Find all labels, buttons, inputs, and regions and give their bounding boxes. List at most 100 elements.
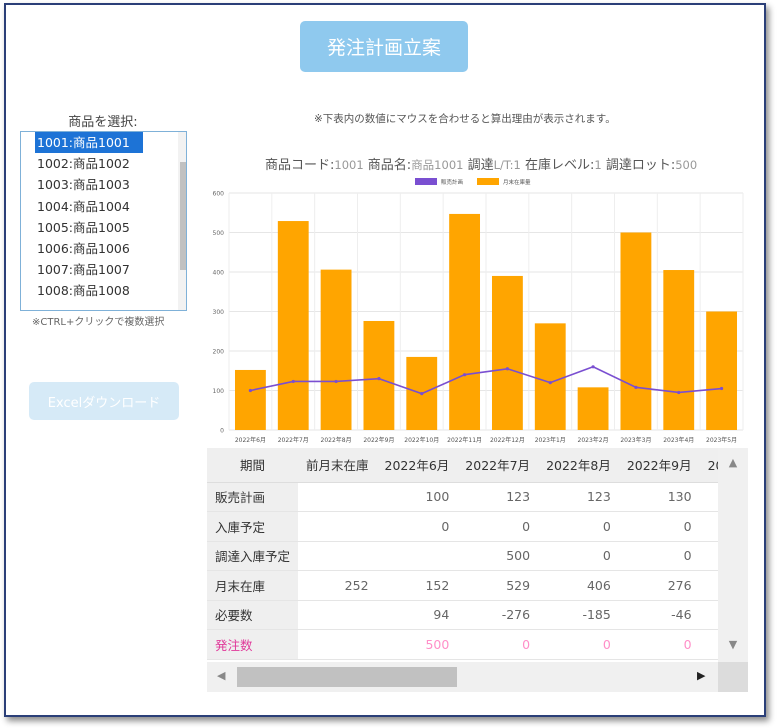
table-cell[interactable]: 0 — [538, 511, 619, 542]
table-row: 調達入庫予定 500 0 0 — [207, 541, 748, 571]
scroll-up-icon[interactable]: ▲ — [178, 138, 186, 158]
table-row: 入庫予定 0 0 0 0 — [207, 511, 748, 542]
x-tick-label: 2022年8月 — [321, 436, 352, 444]
line-point — [291, 379, 295, 384]
name-value: 商品1001 — [411, 158, 464, 172]
table-cell[interactable]: 123 — [457, 482, 539, 512]
lt-label: 調達 — [463, 158, 494, 173]
row-label: 調達入庫予定 — [207, 541, 299, 571]
product-option[interactable]: 1001:商品1001 — [35, 132, 143, 154]
table-cell[interactable]: 0 — [538, 629, 619, 660]
table-cell[interactable]: 0 — [618, 629, 700, 660]
x-tick-label: 2022年9月 — [363, 436, 394, 444]
table-cell[interactable]: 0 — [618, 541, 700, 571]
table-cell[interactable]: 529 — [457, 570, 539, 601]
table-cell[interactable]: -46 — [618, 600, 700, 630]
x-tick-label: 2023年2月 — [578, 436, 609, 444]
product-option[interactable]: 1003:商品1003 — [21, 174, 161, 195]
product-select-label: 商品を選択: — [68, 115, 138, 130]
table-cell[interactable]: 0 — [618, 511, 700, 542]
y-tick-label: 300 — [213, 309, 225, 316]
listbox-scrollbar[interactable]: ▲ ▼ — [178, 132, 186, 310]
scroll-down-icon[interactable]: ▼ — [718, 638, 748, 651]
product-option[interactable]: 1008:商品1008 — [21, 280, 161, 301]
product-option[interactable]: 1006:商品1006 — [21, 238, 161, 259]
line-point — [377, 377, 381, 381]
table-cell[interactable]: 0 — [457, 511, 539, 542]
row-label: 入庫予定 — [207, 511, 299, 542]
table-cell[interactable]: -185 — [538, 600, 619, 630]
bar — [234, 369, 266, 430]
table-cell[interactable]: 0 — [457, 629, 539, 660]
line-point — [505, 367, 510, 371]
code-label: 商品コード: — [265, 158, 335, 173]
legend-label: 月末在庫量 — [503, 178, 531, 186]
product-listbox[interactable]: 1001:商品1001 1002:商品1002 1003:商品1003 1004:商品… — [20, 131, 187, 311]
product-option[interactable]: 1007:商品1007 — [21, 259, 161, 280]
product-option[interactable]: 1004:商品1004 — [21, 196, 161, 217]
table-cell[interactable] — [298, 511, 377, 542]
lt-value: L/T:1 — [493, 158, 521, 172]
table-vertical-scrollbar[interactable]: ▲ ▼ — [718, 448, 748, 662]
product-option[interactable]: 1005:商品1005 — [21, 217, 161, 238]
scrollbar-corner — [718, 662, 748, 692]
line-point — [334, 379, 338, 384]
y-tick-label: 200 — [213, 349, 225, 356]
excel-download-button[interactable]: Excelダウンロード — [29, 382, 179, 420]
line-point — [462, 373, 467, 377]
product-list-items: 1001:商品1001 1002:商品1002 1003:商品1003 1004:商品… — [21, 132, 161, 302]
chart-header: 商品コード:1001 商品名:商品1001 調達L/T:1 在庫レベル:1 調達… — [265, 154, 697, 173]
table-cell[interactable]: 100 — [376, 482, 458, 512]
table-cell[interactable]: 130 — [618, 482, 700, 512]
scroll-up-icon[interactable]: ▲ — [718, 456, 748, 469]
table-cell[interactable] — [376, 541, 458, 571]
table-cell[interactable]: 406 — [538, 570, 619, 601]
table-cell[interactable]: 123 — [538, 482, 619, 512]
table-row: 月末在庫 252 152 529 406 276 — [207, 570, 748, 601]
row-label: 月末在庫 — [207, 570, 299, 601]
row-label: 発注数 — [207, 629, 299, 660]
y-tick-label: 500 — [213, 230, 225, 237]
x-tick-label: 2023年5月 — [706, 436, 737, 444]
table-cell[interactable]: 500 — [376, 629, 458, 660]
column-header: 2022年7月 — [457, 448, 539, 483]
table-row: 発注数 500 0 0 0 — [207, 629, 748, 660]
table-cell[interactable]: 252 — [298, 570, 377, 601]
table-cell[interactable]: 0 — [538, 541, 619, 571]
code-value: 1001 — [334, 158, 364, 172]
legend-swatch — [415, 178, 437, 185]
table-cell[interactable] — [298, 541, 377, 571]
product-option[interactable]: 1002:商品1002 — [21, 153, 161, 174]
table-cell[interactable] — [298, 600, 377, 630]
table-header-row: 期間前月末在庫2022年6月2022年7月2022年8月2022年9月2022年 — [207, 448, 748, 483]
table-cell[interactable]: -276 — [457, 600, 539, 630]
table-cell[interactable]: 94 — [376, 600, 458, 630]
multi-select-hint: ※CTRL+クリックで複数選択 — [32, 317, 165, 328]
bar — [363, 320, 395, 430]
y-tick-label: 400 — [213, 270, 225, 277]
table-cell[interactable] — [298, 482, 377, 512]
scroll-thumb[interactable] — [237, 667, 457, 687]
bar — [620, 232, 652, 430]
table-cell[interactable]: 0 — [376, 511, 458, 542]
line-point — [634, 385, 638, 389]
scroll-right-icon[interactable]: ▶ — [697, 669, 705, 682]
line-point — [548, 381, 552, 385]
table-cell[interactable] — [298, 629, 377, 660]
table-cell[interactable]: 152 — [376, 570, 458, 601]
plan-table-container: 期間前月末在庫2022年6月2022年7月2022年8月2022年9月2022年… — [207, 448, 748, 692]
table-cell[interactable]: 500 — [457, 541, 539, 571]
scroll-down-icon[interactable]: ▼ — [178, 284, 186, 304]
order-plan-button[interactable]: 発注計画立案 — [300, 21, 468, 72]
table-cell[interactable]: 276 — [618, 570, 700, 601]
column-header: 2022年9月 — [618, 448, 700, 483]
y-tick-label: 100 — [213, 388, 225, 395]
x-tick-label: 2022年12月 — [490, 436, 525, 444]
scroll-thumb[interactable] — [180, 162, 186, 270]
scroll-left-icon[interactable]: ◀ — [217, 669, 225, 682]
legend-swatch — [477, 178, 499, 185]
table-row: 必要数 94 -276 -185 -46 — [207, 600, 748, 630]
table-horizontal-scrollbar[interactable]: ◀ ▶ — [207, 662, 718, 692]
bar — [534, 323, 566, 430]
row-label: 必要数 — [207, 600, 299, 630]
